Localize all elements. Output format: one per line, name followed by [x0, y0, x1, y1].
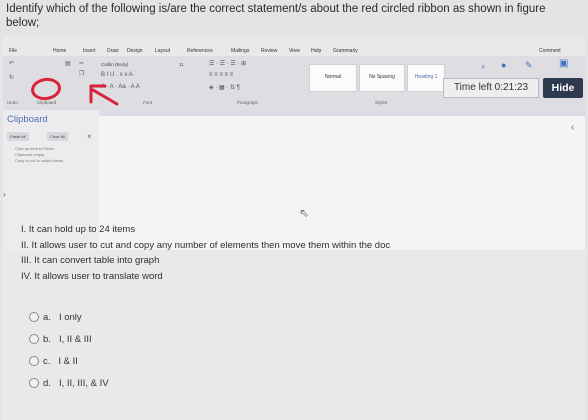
- option-a[interactable]: a. I only: [29, 312, 109, 334]
- ruler: [99, 110, 585, 116]
- font-name-box: Calibri (Body): [101, 62, 129, 67]
- tab-mailings: Mailings: [231, 48, 250, 54]
- red-circle-highlight: [29, 76, 63, 102]
- statement-4: IV. It allows user to translate word: [21, 270, 163, 282]
- tab-help: Help: [311, 48, 322, 54]
- tab-design: Design: [127, 48, 143, 54]
- tab-insert: Insert: [83, 48, 96, 54]
- option-letter: b.: [43, 334, 51, 345]
- question-text: Identify which of the following is/are t…: [6, 3, 546, 29]
- clipboard-empty: Clipboard empty.: [15, 152, 45, 157]
- option-letter: a.: [43, 312, 51, 323]
- option-text: I & II: [58, 356, 78, 367]
- tab-layout: Layout: [155, 48, 171, 54]
- redo-icon: ↻: [9, 75, 15, 81]
- statement-list: I. It can hold up to 24 items II. It all…: [21, 222, 390, 284]
- option-text: I, II, III, & IV: [58, 378, 109, 389]
- word-screenshot: File Home Insert Draw Design Layout Refe…: [3, 36, 585, 420]
- tab-review: Review: [261, 48, 278, 54]
- close-icon: ×: [87, 132, 92, 141]
- paste-all-button: Paste All: [7, 132, 29, 141]
- answer-options: a. I only b. I, II & III c. I & II d. I, II,…: [29, 312, 109, 400]
- style-normal: Normal: [309, 64, 357, 92]
- list-icons: ☰ · ☰ · ☰ · ⊞: [209, 61, 247, 67]
- clipboard-copy-hint: Copy or cut to collect items.: [15, 158, 65, 163]
- comment-button: Comment: [539, 48, 561, 54]
- style-no-spacing: No Spacing: [359, 64, 405, 92]
- statement-2: II. It allows user to cut and copy any n…: [21, 239, 391, 251]
- statement-1: I. It can hold up to 24 items: [21, 224, 136, 235]
- tab-draw: Draw: [107, 48, 119, 54]
- paste-icon: ▤: [65, 61, 71, 67]
- tab-file: File: [9, 48, 18, 54]
- tab-references: References: [187, 48, 213, 54]
- clipboard-pane-title: Clipboard: [7, 114, 48, 125]
- copy-icon: ❐: [79, 71, 85, 77]
- tab-view: View: [289, 48, 300, 54]
- editor-icon: ✎: [525, 60, 533, 70]
- radio-button[interactable]: [29, 378, 39, 389]
- clipboard-group-label: Clipboard: [37, 100, 57, 105]
- bold-italic-underline-icons: B I U · x x A: [101, 72, 133, 78]
- hide-button[interactable]: Hide: [543, 78, 583, 98]
- statement-3: III. It can convert table into graph: [21, 255, 160, 266]
- font-group-label: Font: [143, 100, 153, 105]
- undo-group-label: Undo: [7, 100, 18, 105]
- radio-button[interactable]: [29, 356, 39, 367]
- paragraph-group-label: Paragraph: [237, 100, 259, 105]
- font-size-box: 11: [179, 62, 184, 67]
- ribbon-tab-bar: File Home Insert Draw Design Layout Refe…: [3, 46, 585, 56]
- undo-icon: ↶: [9, 61, 15, 67]
- grammarly-icon: ●: [501, 60, 507, 70]
- option-text: I only: [58, 312, 82, 323]
- chevron-right-icon: ›: [3, 190, 6, 199]
- style-heading-1: Heading 1: [407, 64, 445, 92]
- clipboard-hint: Click an item to Paste:: [15, 146, 55, 151]
- shading-icons: ◈ · ▦ · ⇅ ¶: [209, 85, 240, 91]
- tab-home: Home: [53, 48, 67, 54]
- radio-button[interactable]: [29, 334, 39, 345]
- option-b[interactable]: b. I, II & III: [29, 334, 109, 356]
- styles-group-label: Styles: [375, 100, 388, 105]
- option-letter: c.: [43, 356, 51, 367]
- cut-icon: ✂: [79, 61, 85, 67]
- option-letter: d.: [43, 378, 51, 389]
- clear-all-button: Clear All: [47, 132, 68, 141]
- time-left: Time left 0:21:23: [443, 78, 539, 98]
- radio-button[interactable]: [29, 312, 39, 323]
- mouse-cursor-icon: ⇖: [299, 206, 310, 220]
- option-text: I, II & III: [58, 334, 92, 345]
- red-arrow-icon: [89, 84, 119, 106]
- search-icon: ⌕: [481, 62, 486, 71]
- option-c[interactable]: c. I & II: [29, 356, 109, 378]
- option-d[interactable]: d. I, II, III, & IV: [29, 378, 109, 400]
- align-icons: ≡ ≡ ≡ ≡ ≡: [209, 72, 234, 78]
- dictate-icon: ▣: [559, 58, 569, 69]
- chevron-left-icon: ‹: [571, 122, 575, 133]
- tab-grammarly: Grammarly: [333, 48, 358, 54]
